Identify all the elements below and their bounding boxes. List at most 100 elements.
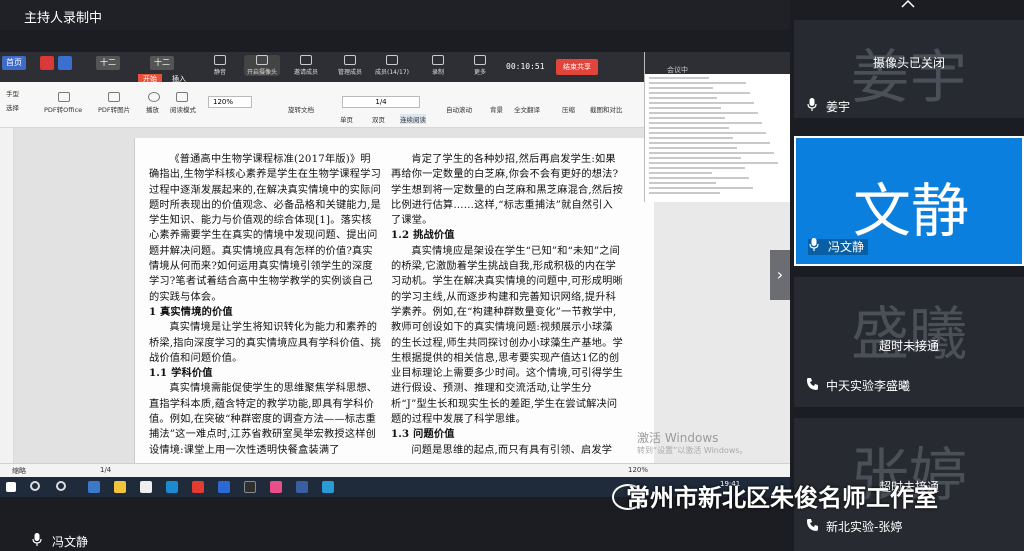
section-heading: 1.2 挑战价值 [391, 229, 455, 242]
pdf-image-icon [108, 92, 120, 102]
preview-line [649, 187, 753, 189]
active-speaker-bar: 冯文静 [0, 529, 790, 551]
rotate-button[interactable]: 旋转文档 [288, 104, 314, 114]
status-zoom: 120% [628, 466, 649, 474]
edge-icon[interactable] [88, 481, 100, 493]
status-page: 1/4 [100, 466, 112, 474]
participant-name-row: 冯文静 [808, 238, 869, 255]
participant-name: 新北实验-张婷 [826, 520, 903, 534]
preview-line [649, 152, 774, 154]
watermark-text: 常州市新北区朱俊名师工作室 [626, 484, 938, 512]
search-icon[interactable] [30, 481, 40, 491]
text-column-left: 《普通高中生物学课程标准(2017年版)》明确指出,生物学科核心素养是学生在生物… [149, 152, 381, 458]
paragraph: 肯定了学生的各种妙招,然后再启发学生:如果再给你一定数量的白芝麻,你会不会有更好… [391, 154, 623, 227]
paragraph: 真实情境应是架设在学生“已知”和“未知”之间的桥梁,它激励着学生挑战自我,形成积… [391, 245, 623, 426]
select-tool[interactable]: 选择 [6, 102, 19, 112]
paragraph: 问题是思维的起点,而只有具有引领、启发学 [411, 444, 613, 456]
preview-line [649, 147, 737, 149]
meeting-app-icon[interactable] [218, 481, 230, 493]
task-view-icon[interactable] [56, 481, 66, 491]
preview-line [649, 142, 770, 144]
page-input[interactable]: 1/4 [342, 96, 420, 108]
compress-button[interactable]: 压缩 [562, 104, 575, 114]
preview-line [649, 167, 745, 169]
manage-members-button[interactable]: 管理成员 [332, 55, 368, 76]
shared-screen: 首页 十二 十二 静音 开启摄像头 邀请成员 管理成员 成员(14/17) 录制… [0, 52, 790, 497]
preview-line [649, 172, 712, 174]
participant-tile[interactable]: 盛曦 超时未接通 中天实验李盛曦 [794, 277, 1024, 407]
preview-line [649, 122, 762, 124]
activate-windows-hint: 转到“设置”以激活 Windows。 [637, 446, 748, 455]
mic-icon [32, 533, 42, 546]
left-tool-strip [0, 128, 14, 463]
participant-name-row: 新北实验-张婷 [806, 518, 902, 535]
auto-scroll-button[interactable]: 自动滚动 [446, 104, 472, 114]
invite-button[interactable]: 邀请成员 [288, 55, 324, 76]
background-button[interactable]: 背景 [490, 104, 503, 114]
screenshot-compare-button[interactable]: 截图和对比 [590, 104, 623, 114]
folder-icon[interactable] [114, 481, 126, 493]
pdf-office-icon [58, 92, 70, 102]
translate-button[interactable]: 全文翻译 [514, 104, 540, 114]
participant-name-row: 中天实验李盛曦 [806, 377, 910, 394]
chevron-up-icon[interactable] [900, 0, 916, 8]
recording-label: 主持人录制中 [24, 11, 103, 26]
preview-line [649, 157, 741, 159]
tab-home[interactable]: 首页 [2, 56, 26, 70]
mini-meeting-title: 会议中 [645, 52, 790, 74]
participant-tile[interactable]: 文静 冯文静 [794, 136, 1024, 266]
paragraph: 真实情境是让学生将知识转化为能力和素养的桥梁,指向深度学习的真实情境应具有学科价… [149, 322, 381, 364]
play-button[interactable]: 播放 [146, 104, 159, 114]
zoom-select[interactable]: 120% [208, 96, 252, 108]
continuous-read-button[interactable]: 连续阅读 [400, 114, 426, 124]
preview-line [649, 97, 717, 99]
active-speaker-name: 冯文静 [52, 535, 89, 549]
invite-icon [300, 55, 312, 65]
record-button[interactable]: 录制 [420, 55, 456, 76]
end-share-button[interactable]: 结束共享 [556, 59, 598, 75]
chat-app-icon[interactable] [322, 481, 334, 493]
mute-button[interactable]: 静音 [202, 55, 238, 76]
more-button[interactable]: 更多 [462, 55, 498, 76]
phone-icon [807, 378, 818, 390]
tab-doc-2[interactable]: 十二 [150, 56, 174, 70]
thumbnail-toggle[interactable]: 缩略 [12, 466, 26, 476]
preview-line [649, 87, 713, 89]
pdf-to-image-button[interactable]: PDF转图片 [98, 104, 130, 114]
preview-line [649, 102, 754, 104]
preview-line [649, 132, 766, 134]
dingtalk-icon[interactable] [296, 481, 308, 493]
hand-tool[interactable]: 手型 [6, 88, 19, 98]
store-icon[interactable] [140, 481, 152, 493]
camera-icon [256, 55, 268, 65]
tab-pdf[interactable] [40, 56, 54, 70]
members-count-button[interactable]: 成员(14/17) [374, 55, 410, 76]
participant-tile[interactable]: 姜宇 摄像头已关闭 姜宇 [794, 20, 1024, 118]
wps-icon[interactable] [192, 481, 204, 493]
preview-line [649, 137, 733, 139]
mini-document-preview [645, 77, 790, 194]
mic-icon [807, 98, 817, 111]
tab-word[interactable] [58, 56, 72, 70]
preview-line [649, 127, 729, 129]
windows-start-icon[interactable] [6, 482, 16, 492]
document-area: 《普通高中生物学课程标准(2017年版)》明确指出,生物学科核心素养是学生在生物… [14, 128, 654, 468]
mail-icon[interactable] [166, 481, 178, 493]
recording-bar: 主持人录制中 [0, 0, 790, 30]
activate-windows-text: 激活 Windows [637, 431, 719, 445]
paragraph: 《普通高中生物学课程标准(2017年版)》明确指出,生物学科核心素养是学生在生物… [149, 154, 381, 303]
pdf-to-office-button[interactable]: PDF转Office [44, 104, 82, 114]
app-icon[interactable] [244, 481, 256, 493]
participants-panel: 姜宇 摄像头已关闭 姜宇 文静 冯文静 盛曦 超时未接通 中天实验李盛曦 张婷 超时未接通 新北实验… [790, 0, 1024, 551]
mic-icon [214, 55, 226, 65]
single-page-button[interactable]: 单页 [340, 114, 353, 124]
collapse-panel-arrow[interactable]: › [770, 250, 790, 300]
tab-doc-1[interactable]: 十二 [96, 56, 120, 70]
participant-avatar-text: 文静 [852, 177, 969, 245]
camera-button[interactable]: 开启摄像头 [244, 55, 280, 76]
photos-icon[interactable] [270, 481, 282, 493]
double-page-button[interactable]: 双页 [372, 114, 385, 124]
read-mode-button[interactable]: 阅读模式 [170, 104, 196, 114]
mic-icon [809, 238, 819, 251]
read-mode-icon [176, 92, 188, 102]
